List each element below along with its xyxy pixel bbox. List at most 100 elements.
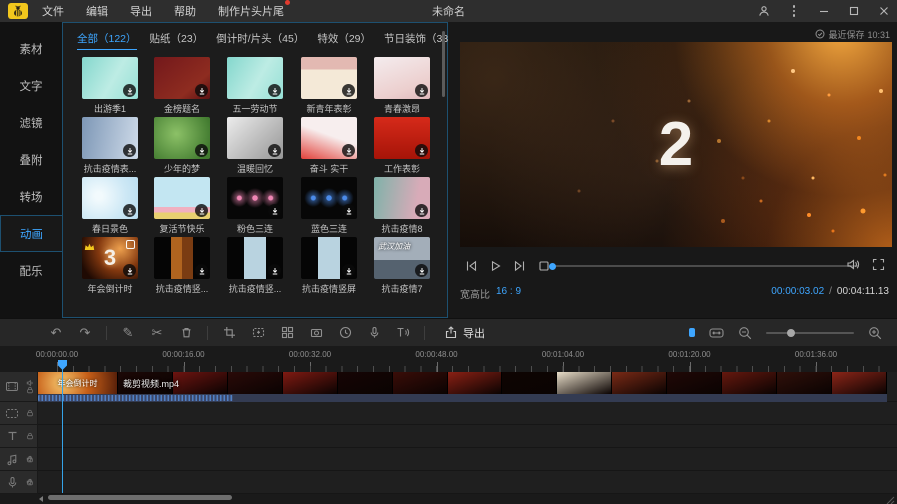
item-thumbnail[interactable] — [154, 57, 210, 99]
pip-track-lane[interactable] — [38, 402, 897, 425]
download-icon[interactable] — [268, 204, 281, 217]
play-button[interactable] — [488, 259, 503, 273]
previous-frame-button[interactable] — [464, 259, 479, 273]
sidebar-item-5[interactable]: 动画 — [0, 215, 62, 252]
window-resize-grip[interactable] — [886, 492, 895, 504]
close-button[interactable] — [877, 4, 891, 18]
library-tab-3[interactable]: 特效（29） — [317, 31, 371, 50]
item-thumbnail[interactable] — [301, 177, 357, 219]
item-thumbnail[interactable] — [227, 117, 283, 159]
item-thumbnail[interactable] — [154, 117, 210, 159]
app-logo-bee-icon[interactable] — [8, 3, 28, 19]
library-item[interactable]: 抗击疫情竖屏 — [301, 237, 357, 295]
sidebar-item-6[interactable]: 配乐 — [0, 252, 62, 289]
zoom-in-button[interactable] — [867, 325, 883, 341]
timeline-clip-countdown[interactable]: 年会倒计时 — [38, 372, 118, 394]
sidebar-item-2[interactable]: 滤镜 — [0, 104, 62, 141]
download-icon[interactable] — [342, 264, 355, 277]
item-thumbnail[interactable] — [154, 237, 210, 279]
fit-timeline-button[interactable] — [708, 325, 724, 341]
fullscreen-icon[interactable] — [872, 258, 885, 276]
library-item[interactable]: 复活节快乐 — [154, 177, 210, 235]
item-thumbnail[interactable] — [374, 177, 430, 219]
library-item[interactable]: 3年会倒计时 — [82, 237, 138, 295]
playhead-line[interactable] — [62, 361, 63, 493]
audio-waveform-band[interactable] — [38, 394, 887, 402]
download-icon[interactable] — [342, 144, 355, 157]
library-tab-1[interactable]: 贴纸（23） — [150, 31, 204, 50]
download-icon[interactable] — [342, 84, 355, 97]
track-lock-icon[interactable] — [26, 473, 34, 491]
item-thumbnail[interactable] — [227, 57, 283, 99]
library-scrollbar[interactable] — [442, 31, 445, 97]
item-thumbnail[interactable] — [227, 237, 283, 279]
track-lock-icon[interactable] — [26, 404, 34, 422]
download-icon[interactable] — [342, 204, 355, 217]
sidebar-item-3[interactable]: 叠附 — [0, 141, 62, 178]
mosaic-button[interactable] — [279, 325, 295, 341]
library-tab-2[interactable]: 倒计时/片头（45） — [216, 31, 304, 50]
text-track-lane[interactable] — [38, 425, 897, 448]
library-item[interactable]: 抗击疫情表... — [82, 117, 138, 175]
download-icon[interactable] — [415, 84, 428, 97]
download-icon[interactable] — [123, 144, 136, 157]
item-thumbnail[interactable] — [82, 177, 138, 219]
library-item[interactable]: 温暖回忆 — [227, 117, 283, 175]
download-icon[interactable] — [268, 264, 281, 277]
maximize-button[interactable] — [847, 4, 861, 18]
timeline-scrollbar[interactable] — [48, 495, 232, 500]
timeline-zoom-slider[interactable] — [766, 332, 854, 334]
zoom-slider-handle[interactable] — [787, 329, 795, 337]
item-thumbnail[interactable] — [301, 237, 357, 279]
download-icon[interactable] — [415, 204, 428, 217]
library-item[interactable]: 抗击疫情竖... — [154, 237, 210, 295]
preview-progress-slider[interactable] — [549, 265, 859, 267]
library-item[interactable]: 工作表彰 — [374, 117, 430, 175]
zoom-out-button[interactable] — [737, 325, 753, 341]
minimize-button[interactable] — [817, 4, 831, 18]
music-track-lane[interactable] — [38, 448, 897, 471]
library-item[interactable]: 粉色三连 — [227, 177, 283, 235]
duration-clock-button[interactable] — [337, 325, 353, 341]
volume-icon[interactable] — [846, 258, 861, 276]
scroll-left-arrow[interactable] — [39, 496, 43, 502]
library-tab-0[interactable]: 全部（122） — [77, 31, 137, 50]
export-button[interactable]: 导出 — [444, 325, 485, 341]
library-item[interactable]: 春日景色 — [82, 177, 138, 235]
menu-item-2[interactable]: 导出 — [130, 3, 152, 19]
account-icon[interactable] — [757, 4, 771, 18]
menu-item-4[interactable]: 制作片头片尾 — [218, 3, 284, 19]
library-item[interactable]: 出游季1 — [82, 57, 138, 115]
download-icon[interactable] — [195, 84, 208, 97]
track-lock-icon[interactable] — [26, 450, 34, 468]
item-thumbnail[interactable]: 武汉加油 — [374, 237, 430, 279]
download-icon[interactable] — [195, 204, 208, 217]
sidebar-item-4[interactable]: 转场 — [0, 178, 62, 215]
download-icon[interactable] — [268, 84, 281, 97]
redo-button[interactable]: ↷ — [77, 325, 93, 341]
library-item[interactable]: 奋斗 实干 — [301, 117, 357, 175]
download-icon[interactable] — [123, 84, 136, 97]
snapshot-button[interactable] — [308, 325, 324, 341]
video-preview[interactable]: 2 — [460, 42, 892, 247]
library-item[interactable]: 新青年表彰 — [301, 57, 357, 115]
text-to-speech-button[interactable] — [395, 325, 411, 341]
next-frame-button[interactable] — [512, 259, 527, 273]
menu-item-0[interactable]: 文件 — [42, 3, 64, 19]
track-lock-icon[interactable] — [26, 427, 34, 445]
menu-item-1[interactable]: 编辑 — [86, 3, 108, 19]
item-thumbnail[interactable] — [301, 117, 357, 159]
voice-track-lane[interactable] — [38, 471, 897, 494]
sidebar-item-1[interactable]: 文字 — [0, 67, 62, 104]
library-item[interactable]: 少年的梦 — [154, 117, 210, 175]
item-thumbnail[interactable] — [82, 117, 138, 159]
library-item[interactable]: 抗击疫情竖... — [227, 237, 283, 295]
item-thumbnail[interactable] — [82, 57, 138, 99]
sidebar-item-0[interactable]: 素材 — [0, 30, 62, 67]
item-thumbnail[interactable] — [301, 57, 357, 99]
download-icon[interactable] — [123, 204, 136, 217]
download-icon[interactable] — [268, 144, 281, 157]
voiceover-mic-button[interactable] — [366, 325, 382, 341]
library-item[interactable]: 金榜题名 — [154, 57, 210, 115]
progress-handle[interactable] — [549, 263, 556, 270]
